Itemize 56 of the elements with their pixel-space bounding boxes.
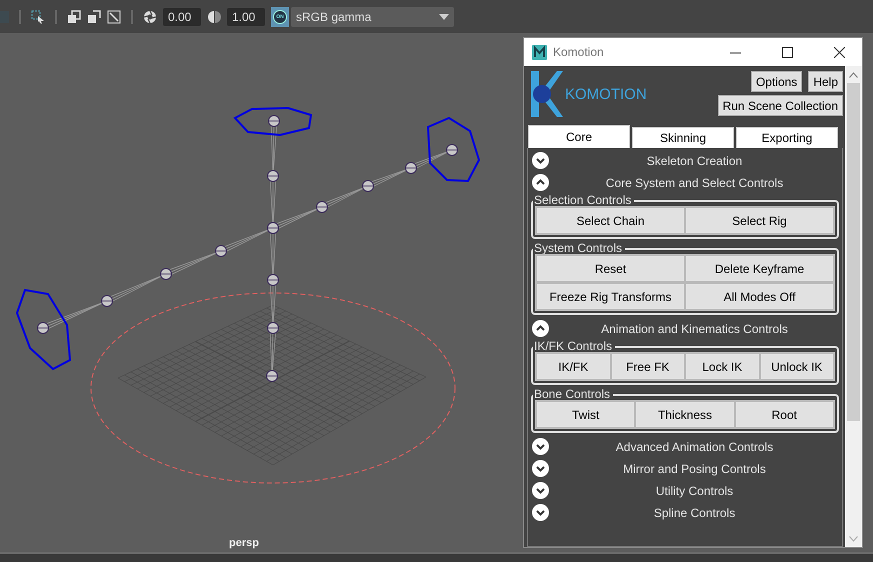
action-button[interactable]: Delete Keyframe xyxy=(686,254,835,283)
aperture-icon[interactable] xyxy=(143,10,157,24)
selection-icon[interactable] xyxy=(31,10,45,24)
section-title[interactable]: Mirror and Posing Controls xyxy=(549,462,840,476)
tab[interactable]: Exporting xyxy=(736,127,838,148)
action-button[interactable]: Free FK xyxy=(612,352,686,381)
gamma-field[interactable]: 1.00 xyxy=(227,8,265,26)
caret-icon xyxy=(439,14,449,20)
exposure-field[interactable]: 0.00 xyxy=(163,8,201,26)
section-title[interactable]: Animation and Kinematics Controls xyxy=(549,322,840,336)
action-button[interactable]: Reset xyxy=(535,254,686,283)
section-title[interactable]: Skeleton Creation xyxy=(549,154,840,168)
offset-squares-icon[interactable] xyxy=(87,10,101,24)
action-button[interactable]: All Modes Off xyxy=(686,282,835,311)
logo-text: KOMOTION xyxy=(565,86,647,102)
action-button[interactable]: Twist xyxy=(535,400,636,429)
section-title[interactable]: Advanced Animation Controls xyxy=(549,440,840,454)
group-title: Selection Controls xyxy=(533,194,632,207)
overlap-squares-icon[interactable] xyxy=(67,10,81,24)
scroll-up-icon[interactable] xyxy=(849,72,858,78)
collapse-chevron-icon[interactable] xyxy=(532,320,549,337)
options-button[interactable]: Options xyxy=(750,71,802,92)
help-button[interactable]: Help xyxy=(808,71,843,92)
collapse-chevron-icon[interactable] xyxy=(532,174,549,191)
half-circle-icon[interactable] xyxy=(207,10,221,24)
view-transform-dropdown[interactable]: sRGB gamma xyxy=(291,6,454,26)
action-button[interactable]: Freeze Rig Transforms xyxy=(535,282,686,311)
close-icon[interactable] xyxy=(834,46,844,58)
scrollbar[interactable] xyxy=(845,66,862,547)
run-scene-collection-button[interactable]: Run Scene Collection xyxy=(718,95,843,116)
expand-chevron-icon[interactable] xyxy=(532,460,549,477)
section-title[interactable]: Spline Controls xyxy=(549,506,840,520)
window-title: Komotion xyxy=(553,45,605,59)
app-logo-icon xyxy=(532,44,547,60)
action-button[interactable]: Lock IK xyxy=(686,352,760,381)
tab[interactable]: Skinning xyxy=(632,127,734,148)
expand-chevron-icon[interactable] xyxy=(532,482,549,499)
section-title[interactable]: Utility Controls xyxy=(549,484,840,498)
expand-chevron-icon[interactable] xyxy=(532,438,549,455)
expand-chevron-icon[interactable] xyxy=(532,504,549,521)
action-button[interactable]: Select Chain xyxy=(535,206,686,235)
diagonal-square-icon[interactable] xyxy=(107,10,121,24)
expand-chevron-icon[interactable] xyxy=(532,152,549,169)
action-button[interactable]: IK/FK xyxy=(535,352,612,381)
camera-label: persp xyxy=(229,537,259,549)
group-title: IK/FK Controls xyxy=(533,340,614,353)
group-title: System Controls xyxy=(533,242,624,255)
group-title: Bone Controls xyxy=(533,388,612,401)
maximize-icon[interactable] xyxy=(782,46,792,58)
action-button[interactable]: Thickness xyxy=(636,400,736,429)
scrollbar-thumb[interactable] xyxy=(847,83,860,421)
tab[interactable]: Core xyxy=(528,125,630,148)
section-title[interactable]: Core System and Select Controls xyxy=(549,176,840,190)
action-button[interactable]: Select Rig xyxy=(686,206,835,235)
action-button[interactable]: Unlock IK xyxy=(760,352,835,381)
action-button[interactable]: Root xyxy=(736,400,835,429)
